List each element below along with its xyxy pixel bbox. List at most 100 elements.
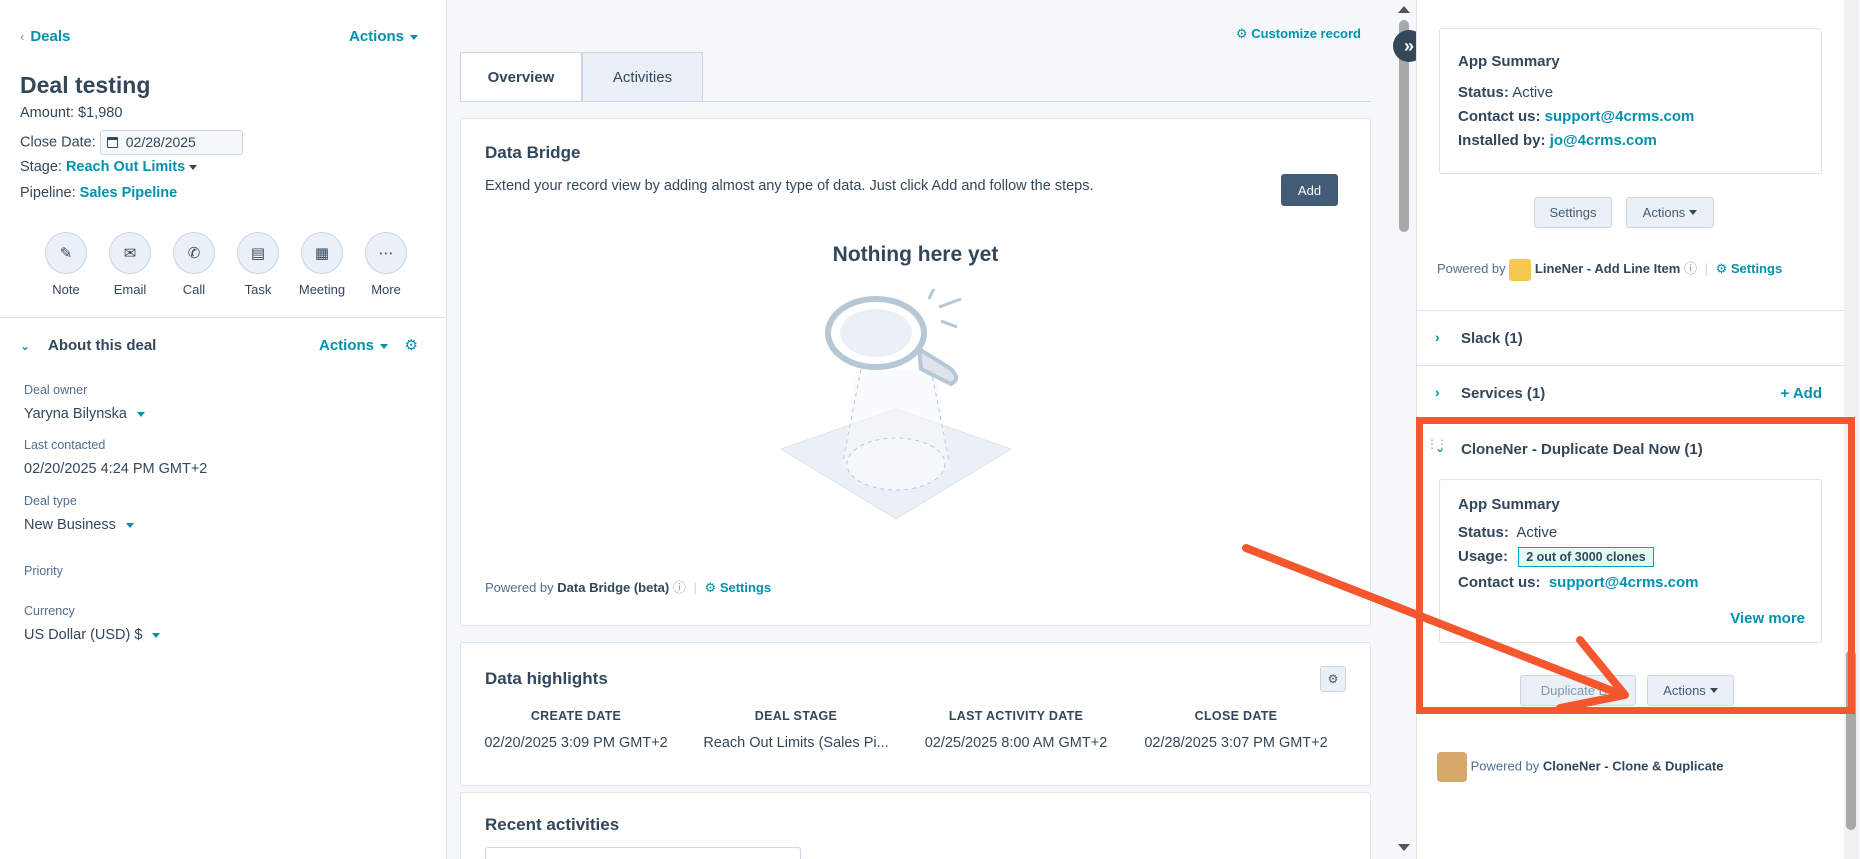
quick-action-label: More <box>371 282 401 297</box>
highlights-settings-button[interactable]: ⚙ <box>1320 666 1346 692</box>
quick-action-email[interactable]: ✉ Email <box>108 232 152 297</box>
priority-label: Priority <box>24 564 63 578</box>
highlight-header: DEAL STAGE <box>754 709 838 723</box>
deal-type-dropdown[interactable]: New Business <box>24 517 134 533</box>
recent-activities-title: Recent activities <box>485 815 620 834</box>
linener-settings-button[interactable]: Settings <box>1534 197 1612 228</box>
chevron-down-icon[interactable]: ⌄ <box>20 339 30 353</box>
stage-value: Reach Out Limits <box>65 159 186 175</box>
duplicate-deal-button[interactable]: Duplicate De <box>1520 675 1636 706</box>
quick-action-more[interactable]: ⋯ More <box>364 232 408 297</box>
quick-action-meeting[interactable]: ▦ Meeting <box>299 232 345 297</box>
services-section[interactable]: › Services (1) + Add <box>1417 365 1844 419</box>
status-value: Active <box>1516 524 1558 541</box>
gear-icon: ⚙ <box>704 580 717 595</box>
deal-sidebar: ‹ Deals Actions Deal testing Amount: $1,9… <box>0 0 447 859</box>
linener-contact-row: Contact us: support@4crms.com <box>1458 108 1694 125</box>
about-actions-button[interactable]: Actions <box>319 337 388 354</box>
status-label: Status: <box>1458 84 1509 101</box>
highlight-value[interactable]: Reach Out Limits (Sales Pi... <box>701 735 891 751</box>
quick-action-label: Task <box>244 282 272 297</box>
caret-down-icon <box>125 522 134 528</box>
info-icon[interactable]: ⓘ <box>1684 261 1697 276</box>
data-bridge-powered-by: Powered by Data Bridge (beta) ⓘ | ⚙ Sett… <box>485 577 771 596</box>
data-highlights-card: Data highlights ⚙ CREATE DATE 02/20/2025… <box>460 642 1371 786</box>
close-date-value: 02/28/2025 <box>125 134 196 150</box>
linener-installed-link[interactable]: jo@4crms.com <box>1550 132 1657 149</box>
stage-dropdown[interactable]: Reach Out Limits <box>65 159 198 175</box>
tab-overview[interactable]: Overview <box>460 52 582 102</box>
view-more-link[interactable]: View more <box>1730 610 1805 627</box>
app-summary-title: App Summary <box>1458 496 1560 513</box>
back-to-deals-link[interactable]: ‹ Deals <box>20 28 70 45</box>
customize-label: Customize record <box>1251 26 1361 41</box>
services-section-title: Services (1) <box>1461 385 1546 402</box>
quick-action-note[interactable]: ✎ Note <box>44 232 88 297</box>
deal-actions-button[interactable]: Actions <box>349 28 418 45</box>
installed-label: Installed by: <box>1458 132 1546 149</box>
scroll-down-arrow-icon[interactable] <box>1398 844 1410 851</box>
recent-activities-search[interactable] <box>485 847 801 859</box>
quick-action-call[interactable]: ✆ Call <box>172 232 216 297</box>
cloner-contact-row: Contact us: support@4crms.com <box>1458 574 1699 591</box>
caret-down-icon <box>189 164 198 170</box>
quick-action-label: Call <box>182 282 206 297</box>
email-icon: ✉ <box>109 232 151 274</box>
pipeline-link[interactable]: Sales Pipeline <box>80 185 178 201</box>
linener-actions-button[interactable]: Actions <box>1626 197 1714 228</box>
powered-name: Data Bridge (beta) <box>557 580 670 595</box>
chevron-right-icon: › <box>1435 329 1440 345</box>
quick-action-task[interactable]: ▤ Task <box>236 232 280 297</box>
add-button[interactable]: Add <box>1281 174 1338 206</box>
gear-icon[interactable]: ⚙ <box>405 336 418 354</box>
magnifier-illustration-icon <box>779 289 1013 520</box>
right-scroll-thumb[interactable] <box>1846 650 1856 830</box>
cloner-contact-link[interactable]: support@4crms.com <box>1549 574 1699 591</box>
deal-title: Deal testing <box>20 72 151 98</box>
close-date-label: Close Date: <box>20 134 96 151</box>
tab-activities[interactable]: Activities <box>582 52 703 102</box>
last-contacted-label: Last contacted <box>24 438 106 452</box>
cloner-status-row: Status: Active <box>1458 524 1557 541</box>
currency-dropdown[interactable]: US Dollar (USD) $ <box>24 627 161 643</box>
caret-down-icon <box>152 632 161 638</box>
powered-prefix: Powered by <box>1437 261 1506 276</box>
linener-settings-link[interactable]: ⚙ Settings <box>1716 261 1783 276</box>
gear-icon: ⚙ <box>1715 261 1728 276</box>
powered-name: LineNer - Add Line Item <box>1534 261 1681 276</box>
services-add-link[interactable]: + Add <box>1780 385 1822 402</box>
gear-icon: ⚙ <box>1327 672 1339 686</box>
close-date-row: Close Date: 02/28/2025 <box>20 130 243 155</box>
usage-badge: 2 out of 3000 clones <box>1518 547 1654 567</box>
pipeline-row: Pipeline: Sales Pipeline <box>20 185 177 201</box>
contact-label: Contact us: <box>1458 108 1541 125</box>
linener-contact-link[interactable]: support@4crms.com <box>1545 108 1695 125</box>
data-bridge-settings-link[interactable]: ⚙ Settings <box>705 580 772 595</box>
info-icon[interactable]: ⓘ <box>673 580 686 595</box>
more-icon: ⋯ <box>365 232 407 274</box>
empty-state-title: Nothing here yet <box>832 243 999 266</box>
separator: | <box>1704 261 1708 276</box>
close-date-input[interactable]: 02/28/2025 <box>99 130 243 155</box>
scroll-up-arrow-icon[interactable] <box>1398 6 1410 13</box>
deal-owner-label: Deal owner <box>24 383 88 397</box>
amount-row: Amount: $1,980 <box>20 105 122 121</box>
currency-label: Currency <box>24 604 75 618</box>
slack-section[interactable]: › Slack (1) <box>1417 310 1844 364</box>
highlight-last-activity-date: LAST ACTIVITY DATE 02/25/2025 8:00 AM GM… <box>921 709 1111 751</box>
status-label: Status: <box>1458 524 1509 541</box>
powered-prefix: Powered by <box>485 580 554 595</box>
highlight-deal-stage: DEAL STAGE Reach Out Limits (Sales Pi... <box>701 709 891 751</box>
quick-action-label: Email <box>113 282 147 297</box>
cloner-actions-button[interactable]: Actions <box>1647 675 1734 706</box>
cloner-powered-by: Powered by CloneNer - Clone & Duplicate <box>1437 752 1723 782</box>
powered-name: CloneNer - Clone & Duplicate <box>1542 758 1724 774</box>
highlight-value: 02/20/2025 3:09 PM GMT+2 <box>484 735 668 751</box>
cloner-logo-icon <box>1437 752 1467 782</box>
slack-section-title: Slack (1) <box>1461 330 1523 347</box>
cloner-section[interactable]: ⋮⋮ ⌄ CloneNer - Duplicate Deal Now (1) <box>1417 420 1844 474</box>
about-this-deal-title[interactable]: About this deal <box>48 337 156 354</box>
deal-owner-dropdown[interactable]: Yaryna Bilynska <box>24 406 145 422</box>
status-value: Active <box>1512 84 1554 101</box>
customize-record-link[interactable]: ⚙ Customize record <box>1236 26 1361 42</box>
